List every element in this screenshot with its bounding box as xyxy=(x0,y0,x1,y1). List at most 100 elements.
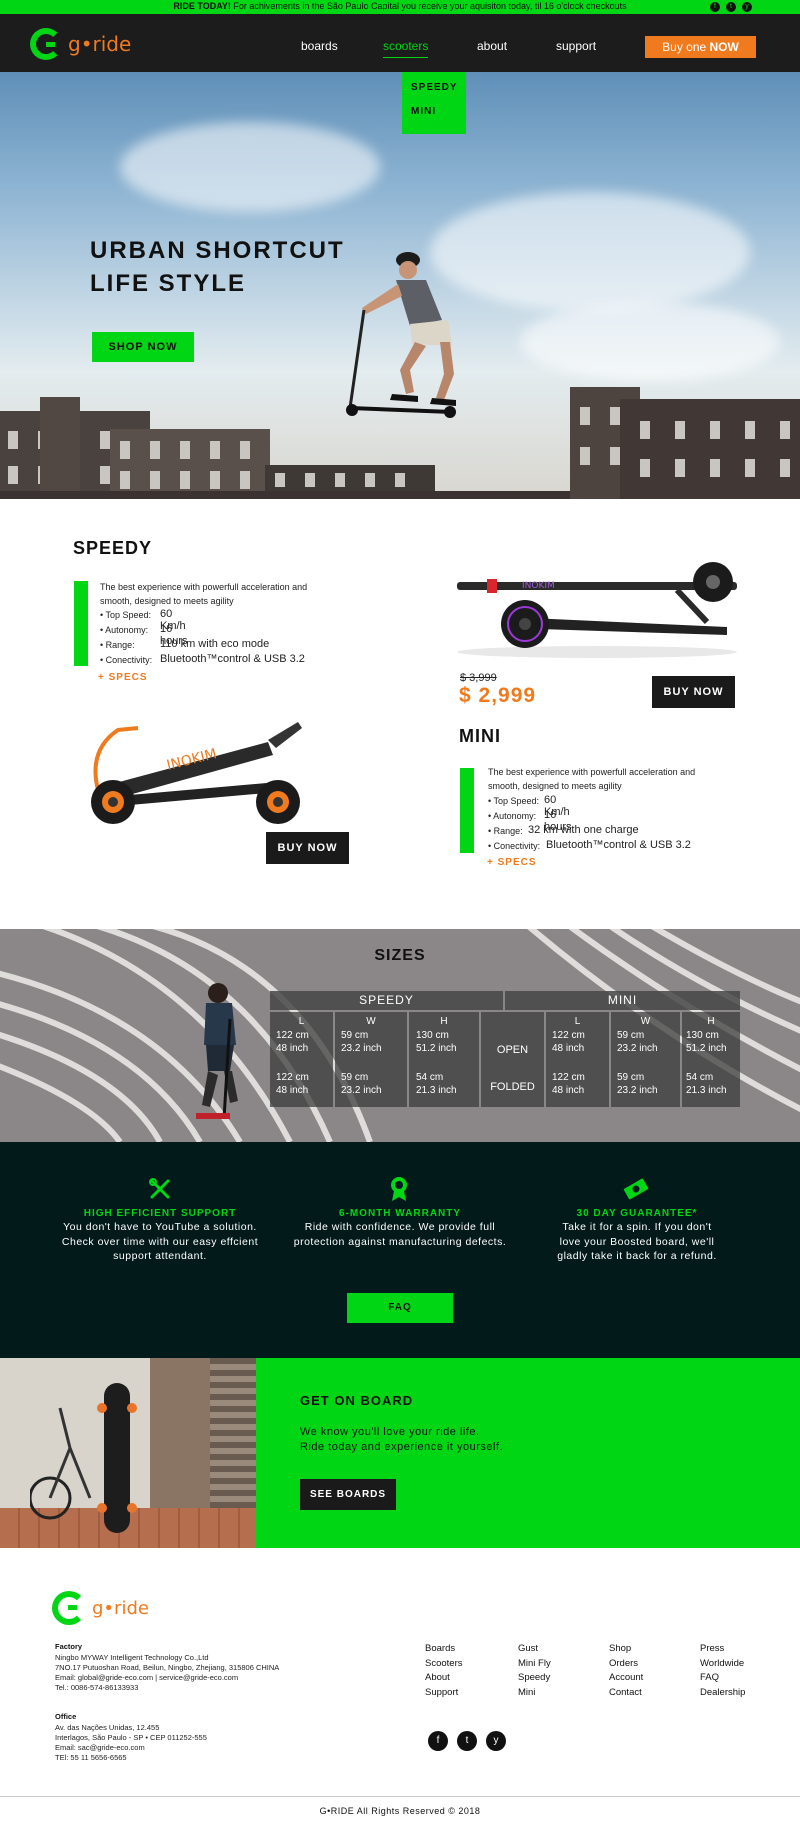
footer-link[interactable]: Speedy xyxy=(518,1671,551,1686)
rider-illustration xyxy=(346,252,456,418)
footer-link[interactable]: Boards xyxy=(425,1642,463,1657)
copyright: G•RIDE All Rights Reserved © 2018 xyxy=(319,1806,481,1816)
facebook-icon[interactable]: f xyxy=(710,2,720,12)
youtube-icon[interactable]: y xyxy=(742,2,752,12)
feature-warranty: 6-MONTH WARRANTY Ride with confidence. W… xyxy=(293,1208,507,1248)
mini-spec-top-speed: • Top Speed: 60 Km/h xyxy=(488,794,570,818)
speedy-specs-link[interactable]: + SPECS xyxy=(98,672,148,683)
chimney xyxy=(40,397,80,499)
board-photo xyxy=(0,1358,256,1548)
longboard-image xyxy=(97,1383,137,1533)
footer-link[interactable]: Shop xyxy=(609,1642,643,1657)
factory-line: Tel.: 0086-574-86133933 xyxy=(55,1683,139,1692)
nav-scooters[interactable]: scooters xyxy=(383,39,429,58)
mini-old-price: $ 3,999 xyxy=(460,672,497,684)
table-cell: 59 cm 23.2 inch xyxy=(341,1030,382,1054)
logo-wordmark: g•ride xyxy=(68,32,132,56)
table-head-mini: MINI xyxy=(505,991,740,1010)
mini-description: The best experience with powerfull accel… xyxy=(488,767,696,791)
footer-link[interactable]: Dealership xyxy=(700,1686,745,1701)
dim-w: W xyxy=(640,1016,651,1027)
speedy-spec-connectivity: • Conectivity: Bluetooth™control & USB 3.… xyxy=(100,653,305,665)
mini-specs-link[interactable]: + SPECS xyxy=(487,857,537,868)
g-logo-icon xyxy=(52,1591,86,1625)
office-line: TEl: 55 11 5656-6565 xyxy=(55,1753,127,1762)
feature-support: HIGH EFFICIENT SUPPORT You don't have to… xyxy=(61,1208,259,1262)
faq-button[interactable]: FAQ xyxy=(347,1293,453,1323)
footer-link[interactable]: Orders xyxy=(609,1657,643,1672)
footer-logo[interactable]: g•ride xyxy=(52,1591,149,1625)
buy-now-button[interactable]: Buy one NOW xyxy=(645,36,756,58)
footer-link[interactable]: Press xyxy=(700,1642,745,1657)
facebook-icon[interactable]: f xyxy=(428,1731,448,1751)
office-line: Av. das Nações Unidas, 12.455 xyxy=(55,1723,160,1732)
footer-link[interactable]: FAQ xyxy=(700,1671,745,1686)
dim-l: L xyxy=(574,1016,581,1027)
row-folded: FOLDED xyxy=(490,1081,535,1093)
table-cell: 54 cm 21.3 inch xyxy=(416,1072,457,1096)
hero-banner: URBAN SHORTCUT LIFE STYLE SHOP NOW xyxy=(0,72,800,499)
speedy-spec-range: • Range: 110 km with eco mode xyxy=(100,638,270,650)
table-cell: 59 cm 23.2 inch xyxy=(617,1072,658,1096)
dropdown-item-speedy[interactable]: SPEEDY xyxy=(402,82,466,106)
twitter-icon[interactable]: t xyxy=(726,2,736,12)
mini-spec-range: • Range: 32 km with one charge xyxy=(488,824,639,836)
twitter-icon[interactable]: t xyxy=(457,1731,477,1751)
child-rider-illustration xyxy=(196,983,238,1120)
speedy-spec-autonomy: • Autonomy: 16 hours xyxy=(100,623,188,647)
g-logo-icon xyxy=(30,28,62,60)
announcement-bar: RIDE TODAY! For achivements in the São P… xyxy=(0,0,800,14)
features-section: HIGH EFFICIENT SUPPORT You don't have to… xyxy=(0,1142,800,1358)
sizes-section: SIZES SPEEDY MINI L W H L W H OPEN FOLDE… xyxy=(0,929,800,1142)
mini-price: $ 2,999 xyxy=(459,684,537,707)
announcement-text: RIDE TODAY! For achivements in the São P… xyxy=(173,1,627,11)
mini-buy-button[interactable]: BUY NOW xyxy=(652,676,735,708)
feature-guarantee: 30 DAY GUARANTEE* Take it for a spin. If… xyxy=(557,1208,717,1262)
footer-link[interactable]: Mini Fly xyxy=(518,1657,551,1672)
mini-spec-connectivity: • Conectivity: Bluetooth™control & USB 3.… xyxy=(488,839,691,851)
footer-link[interactable]: Support xyxy=(425,1686,463,1701)
cloud xyxy=(520,302,780,382)
hero-title: URBAN SHORTCUT LIFE STYLE xyxy=(90,237,345,297)
footer-link[interactable]: Contact xyxy=(609,1686,643,1701)
footer-col-shop: Shop Orders Account Contact xyxy=(609,1642,643,1700)
nav-about[interactable]: about xyxy=(477,39,507,53)
table-cell: 130 cm 51.2 inch xyxy=(686,1030,727,1054)
footer-col-models: Gust Mini Fly Speedy Mini xyxy=(518,1642,551,1700)
factory-line: 7NO.17 Putuoshan Road, Beilun, Ningbo, Z… xyxy=(55,1663,280,1672)
table-cell: 54 cm 21.3 inch xyxy=(686,1072,727,1096)
table-cell: 130 cm 51.2 inch xyxy=(416,1030,457,1054)
nav-support[interactable]: support xyxy=(556,39,596,53)
dim-w: W xyxy=(366,1016,376,1027)
footer-link[interactable]: Gust xyxy=(518,1642,551,1657)
nav-boards[interactable]: boards xyxy=(301,39,338,53)
factory-line: Email: global@gride-eco.com | service@gr… xyxy=(55,1673,239,1682)
award-icon xyxy=(391,1177,407,1201)
building xyxy=(110,429,270,499)
get-on-board-title: GET ON BOARD xyxy=(300,1393,414,1408)
shop-now-button[interactable]: SHOP NOW xyxy=(92,332,194,362)
table-cell: 122 cm 48 inch xyxy=(552,1072,585,1096)
dropdown-item-mini[interactable]: MINI xyxy=(402,106,466,130)
footer-link[interactable]: Worldwide xyxy=(700,1657,745,1672)
table-cell: 122 cm 48 inch xyxy=(552,1030,585,1054)
table-cell: 59 cm 23.2 inch xyxy=(341,1072,382,1096)
footer-col-products: Boards Scooters About Support xyxy=(425,1642,463,1700)
footer-link[interactable]: Mini xyxy=(518,1686,551,1701)
scooters-dropdown: SPEEDY MINI xyxy=(402,72,466,134)
footer-link[interactable]: Account xyxy=(609,1671,643,1686)
speedy-buy-button[interactable]: BUY NOW xyxy=(266,832,349,864)
see-boards-button[interactable]: SEE BOARDS xyxy=(300,1479,396,1510)
factory-line: Ningbo MYWAY Intelligent Technology Co.,… xyxy=(55,1653,209,1662)
dim-l: L xyxy=(298,1016,305,1027)
office-label: Office xyxy=(55,1712,77,1721)
brand-logo[interactable]: g•ride xyxy=(30,27,131,61)
speedy-spec-bar xyxy=(74,581,88,666)
youtube-icon[interactable]: y xyxy=(486,1731,506,1751)
svg-text:INOKIM: INOKIM xyxy=(522,581,555,591)
table-head-speedy: SPEEDY xyxy=(270,991,503,1010)
speedy-scooter-image: INOKIM xyxy=(91,722,302,824)
office-line: Interlagos, São Paulo - SP • CEP 011252-… xyxy=(55,1733,207,1742)
footer-link[interactable]: About xyxy=(425,1671,463,1686)
footer-link[interactable]: Scooters xyxy=(425,1657,463,1672)
